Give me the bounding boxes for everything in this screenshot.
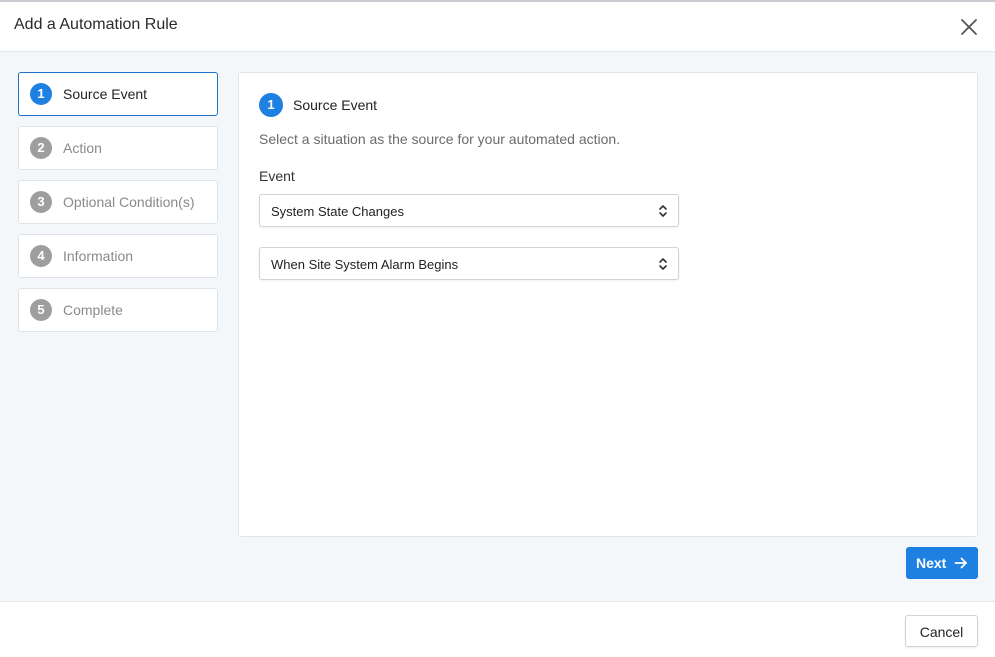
event-type-select[interactable]: System State Changes (259, 194, 679, 227)
panel-description: Select a situation as the source for you… (259, 131, 621, 147)
next-button[interactable]: Next (906, 547, 978, 579)
panel-heading: Source Event (293, 97, 378, 113)
step-number: 3 (30, 191, 52, 213)
close-button[interactable] (958, 16, 980, 38)
step-number: 1 (30, 83, 52, 105)
event-field-label: Event (259, 168, 295, 184)
arrow-right-icon (954, 557, 967, 569)
step-action[interactable]: 2 Action (18, 126, 218, 170)
close-icon (961, 19, 977, 35)
step-label: Action (63, 140, 102, 156)
step-list: 1 Source Event 2 Action 3 Optional Condi… (18, 72, 218, 342)
cancel-button[interactable]: Cancel (905, 615, 978, 647)
event-trigger-select[interactable]: When Site System Alarm Begins (259, 247, 679, 280)
step-number: 5 (30, 299, 52, 321)
chevron-updown-icon (659, 205, 667, 217)
step-label: Complete (63, 302, 123, 318)
dialog-footer: Cancel (0, 601, 995, 657)
source-event-panel: 1 Source Event Select a situation as the… (238, 72, 978, 537)
automation-rule-dialog: Add a Automation Rule 1 Source Event 2 A… (0, 0, 995, 657)
step-source-event[interactable]: 1 Source Event (18, 72, 218, 116)
event-type-value: System State Changes (271, 204, 404, 219)
dialog-body: 1 Source Event 2 Action 3 Optional Condi… (0, 52, 995, 601)
chevron-updown-icon (659, 258, 667, 270)
panel-step-number: 1 (259, 93, 283, 117)
step-information[interactable]: 4 Information (18, 234, 218, 278)
next-button-label: Next (916, 555, 947, 571)
dialog-header: Add a Automation Rule (0, 2, 995, 52)
step-label: Optional Condition(s) (63, 194, 195, 210)
step-number: 2 (30, 137, 52, 159)
step-optional-conditions[interactable]: 3 Optional Condition(s) (18, 180, 218, 224)
step-complete[interactable]: 5 Complete (18, 288, 218, 332)
step-number: 4 (30, 245, 52, 267)
cancel-button-label: Cancel (919, 624, 964, 640)
step-label: Source Event (63, 86, 148, 102)
step-label: Information (63, 248, 134, 264)
dialog-title: Add a Automation Rule (14, 16, 178, 33)
event-trigger-value: When Site System Alarm Begins (271, 257, 459, 272)
